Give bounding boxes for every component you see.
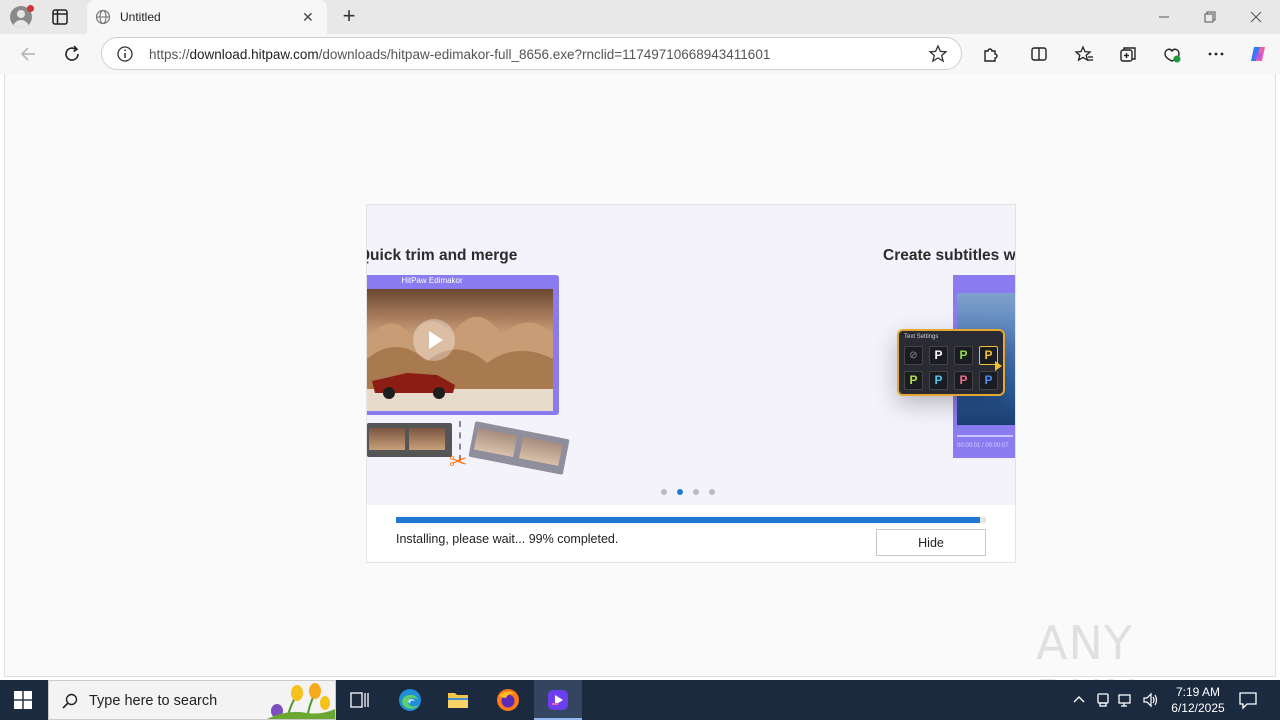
refresh-icon[interactable] (62, 44, 82, 64)
tab-title: Untitled (120, 10, 161, 24)
text-style-white-icon: P (929, 346, 948, 365)
clip-strip-right (468, 421, 570, 475)
collections-icon[interactable] (1118, 44, 1138, 64)
windows-taskbar: Type here to search 7:19 AM 6/12/2025 (0, 680, 1280, 720)
copilot-icon[interactable] (1248, 44, 1268, 64)
taskbar-file-explorer-button[interactable] (434, 680, 482, 720)
favorites-icon[interactable] (1074, 44, 1094, 64)
browser-essentials-icon[interactable] (1162, 44, 1182, 64)
profile-notification-badge (27, 5, 34, 12)
carousel-dot[interactable] (661, 489, 667, 495)
slide-title-subtitles: Create subtitles with (883, 247, 1016, 264)
clock-time: 7:19 AM (1175, 685, 1221, 699)
tab-actions-icon[interactable] (50, 7, 70, 27)
clip-strip-left (367, 423, 452, 457)
more-menu-icon[interactable] (1206, 44, 1226, 64)
window-restore-icon[interactable] (1200, 8, 1220, 26)
text-style-lime-icon: P (904, 371, 923, 390)
slide-title-trim: Quick trim and merge (367, 247, 518, 264)
video-preview (367, 289, 553, 411)
taskbar-firefox-button[interactable] (484, 680, 532, 720)
text-settings-title: Text Settings (904, 334, 939, 340)
install-progress-fill (396, 517, 981, 523)
window-close-icon[interactable] (1246, 8, 1266, 26)
system-clock[interactable]: 7:19 AM 6/12/2025 (1162, 684, 1234, 716)
file-explorer-icon (448, 693, 468, 708)
address-bar[interactable]: https://download.hitpaw.com/downloads/hi… (101, 37, 962, 70)
carousel-dot[interactable] (693, 489, 699, 495)
scissors-icon: ✂ (449, 449, 468, 474)
device-icon[interactable] (1095, 691, 1111, 709)
text-style-pink-icon: P (954, 371, 973, 390)
edimakor-app-label: HitPaw Edimakor (401, 276, 463, 285)
install-progress-bar (396, 517, 986, 523)
hide-button[interactable]: Hide (876, 529, 986, 556)
show-hidden-icons-icon[interactable] (1071, 691, 1087, 709)
split-screen-icon[interactable] (1029, 44, 1049, 64)
network-icon[interactable] (1118, 691, 1134, 709)
url-text[interactable]: https://download.hitpaw.com/downloads/hi… (149, 47, 770, 62)
edge-icon (399, 689, 421, 711)
tab-close-icon[interactable]: ✕ (302, 10, 314, 24)
play-icon[interactable] (413, 319, 455, 361)
edimakor-preview-frame: HitPaw Edimakor (367, 275, 559, 415)
anyrun-watermark: ANY RUN (1036, 608, 1236, 720)
taskbar-edge-button[interactable] (386, 680, 434, 720)
taskbar-search-box[interactable]: Type here to search (48, 680, 336, 720)
installer-dialog: Quick trim and merge HitPaw Edimakor ✂ C… (366, 204, 1016, 563)
clock-date: 6/12/2025 (1171, 701, 1225, 715)
windows-start-icon[interactable] (14, 691, 32, 709)
task-view-icon (350, 692, 369, 708)
window-minimize-icon[interactable] (1154, 8, 1174, 26)
tab-untitled[interactable]: Untitled ✕ (87, 0, 327, 34)
pointer-arrow-icon (995, 361, 1002, 371)
extensions-icon[interactable] (981, 44, 1001, 64)
search-highlight-flowers-icon (267, 683, 335, 719)
text-style-cyan-icon: P (929, 371, 948, 390)
browser-toolbar: https://download.hitpaw.com/downloads/hi… (0, 34, 1280, 74)
search-placeholder: Type here to search (89, 693, 218, 709)
search-icon (62, 693, 78, 709)
carousel-dot[interactable] (677, 489, 683, 495)
edimakor-app-icon (548, 690, 568, 710)
taskbar-edimakor-button[interactable] (534, 680, 582, 720)
new-tab-button[interactable]: + (340, 5, 358, 27)
subtitle-timeline-bar (957, 435, 1013, 437)
volume-icon[interactable] (1142, 691, 1158, 709)
subtitle-timecode: 00:00:01 / 00:00:07 (957, 443, 1009, 449)
site-info-icon[interactable] (116, 45, 134, 63)
globe-icon (95, 9, 111, 25)
favorite-star-icon[interactable] (928, 44, 948, 64)
text-style-green-icon: P (954, 346, 973, 365)
task-view-button[interactable] (336, 680, 384, 720)
carousel-dot[interactable] (709, 489, 715, 495)
browser-tab-bar: Untitled ✕ + (0, 0, 1280, 34)
text-style-blue-icon: P (979, 371, 998, 390)
back-icon[interactable] (18, 44, 38, 64)
desert-scene-image (367, 316, 553, 411)
feature-carousel[interactable]: Quick trim and merge HitPaw Edimakor ✂ C… (367, 205, 1016, 505)
no-style-icon: ⊘ (904, 346, 923, 365)
install-status-text: Installing, please wait... 99% completed… (396, 532, 619, 546)
text-settings-panel: Text Settings ⊘ P P P P P P P (897, 329, 1005, 396)
carousel-pager[interactable] (661, 489, 721, 497)
notification-center-icon[interactable] (1238, 690, 1258, 710)
firefox-icon (497, 689, 519, 711)
